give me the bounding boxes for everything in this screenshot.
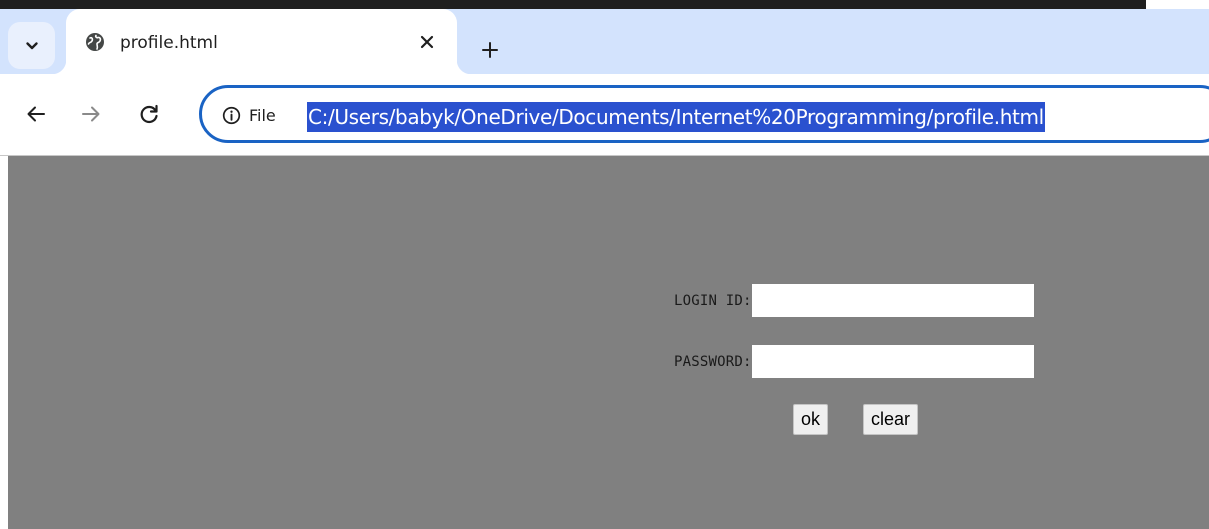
window-top-strip [0,0,1146,9]
site-info-chip[interactable]: File [222,103,276,127]
login-id-label: LOGIN ID: [674,292,752,309]
tab-profile[interactable]: profile.html [52,9,471,74]
address-bar[interactable]: File C:/Users/babyk/OneDrive/Documents/I… [199,85,1209,143]
reload-icon[interactable] [138,103,160,125]
close-icon[interactable] [418,33,436,51]
plus-icon [482,42,498,58]
form-buttons: ok clear [793,404,919,435]
info-icon [222,106,241,124]
password-row: PASSWORD: [674,345,1034,378]
clear-button[interactable]: clear [863,404,919,435]
chevron-down-icon [25,41,38,49]
login-row: LOGIN ID: [674,284,1034,317]
password-input[interactable] [751,345,1034,378]
security-label: File [249,105,276,125]
tab-title: profile.html [120,33,218,53]
login-id-input[interactable] [751,284,1034,317]
browser-toolbar: File C:/Users/babyk/OneDrive/Documents/I… [0,74,1209,156]
new-tab-button[interactable] [480,40,500,60]
globe-icon [86,33,104,51]
password-label: PASSWORD: [674,353,752,370]
arrow-left-icon[interactable] [25,103,47,125]
tab-search-button[interactable] [8,22,55,69]
page-viewport: LOGIN ID: PASSWORD: ok clear [8,156,1209,529]
ok-button[interactable]: ok [793,404,829,435]
url-text[interactable]: C:/Users/babyk/OneDrive/Documents/Intern… [307,102,1045,132]
arrow-right-icon[interactable] [80,103,102,125]
